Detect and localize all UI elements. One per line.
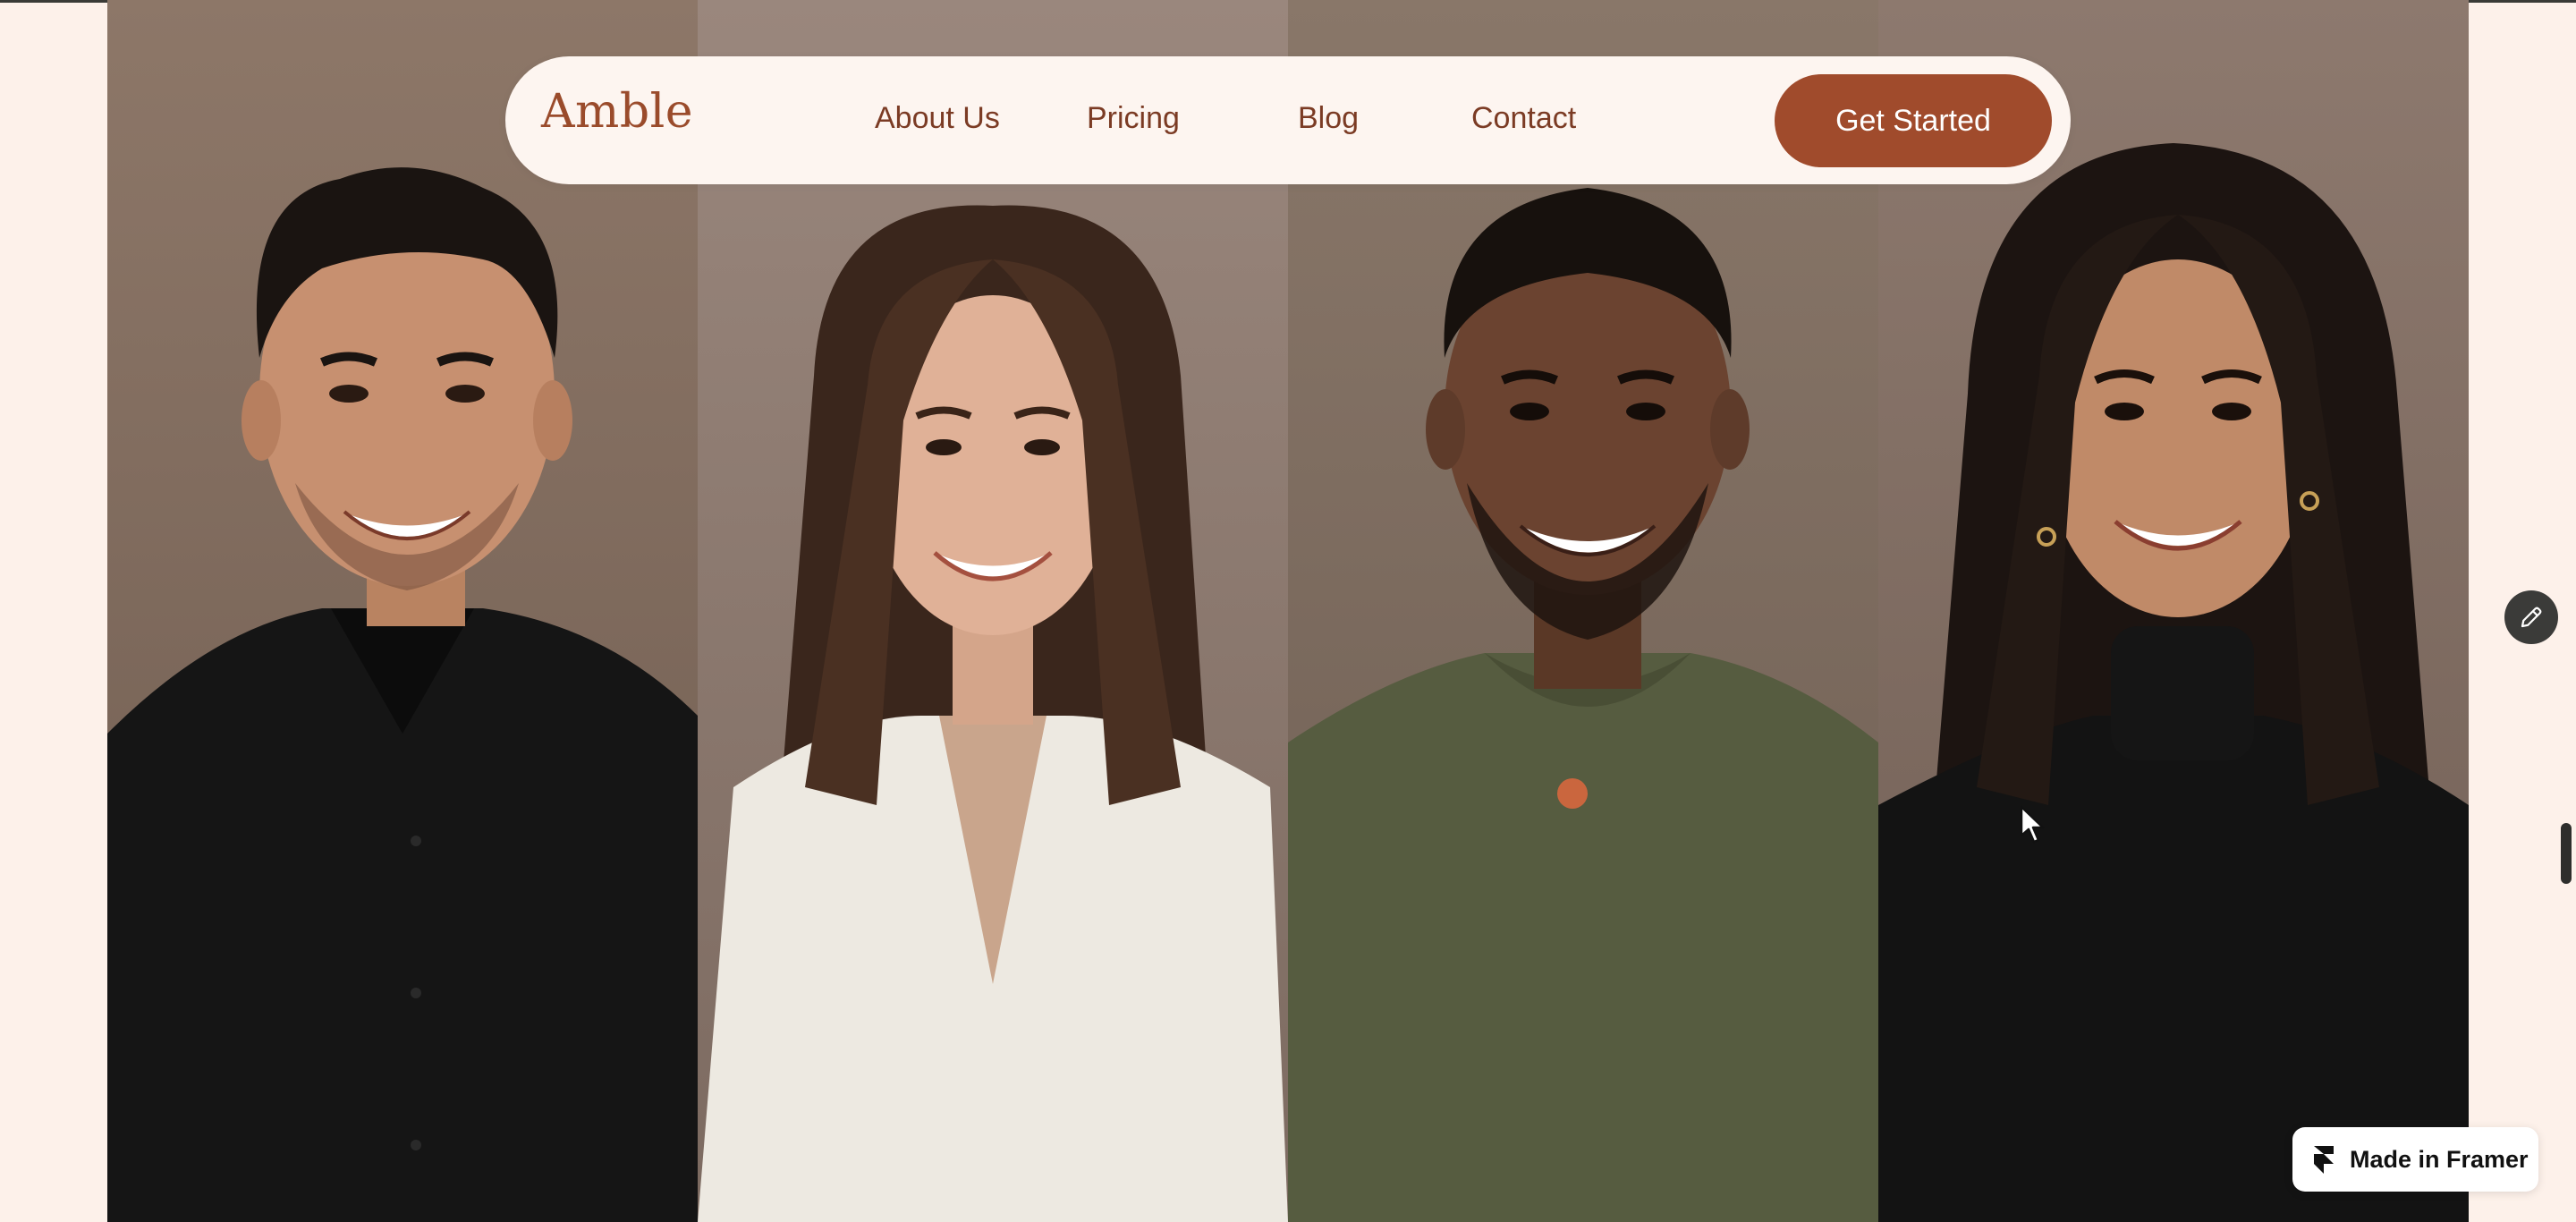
- orange-marker-dot: [1557, 778, 1588, 809]
- made-in-framer-badge[interactable]: Made in Framer: [2292, 1127, 2538, 1192]
- get-started-button[interactable]: Get Started: [1775, 74, 2052, 167]
- page: Amble About Us Pricing Blog Contact Get …: [0, 0, 2576, 1222]
- nav-link-blog[interactable]: Blog: [1298, 101, 1359, 136]
- scrollbar-thumb[interactable]: [2561, 823, 2572, 884]
- framer-logo-icon: [2314, 1146, 2334, 1174]
- top-navigation-bar: Amble About Us Pricing Blog Contact Get …: [505, 56, 2071, 184]
- pencil-icon: [2521, 607, 2542, 628]
- brand-logo[interactable]: Amble: [541, 85, 693, 139]
- framer-badge-label: Made in Framer: [2350, 1145, 2529, 1173]
- edit-button[interactable]: [2504, 590, 2558, 644]
- nav-link-contact[interactable]: Contact: [1471, 101, 1576, 136]
- mouse-pointer-icon: [2020, 805, 2045, 844]
- page-scrollbar[interactable]: [2558, 0, 2576, 1222]
- nav-link-pricing[interactable]: Pricing: [1087, 101, 1180, 136]
- nav-link-about-us[interactable]: About Us: [875, 101, 1000, 136]
